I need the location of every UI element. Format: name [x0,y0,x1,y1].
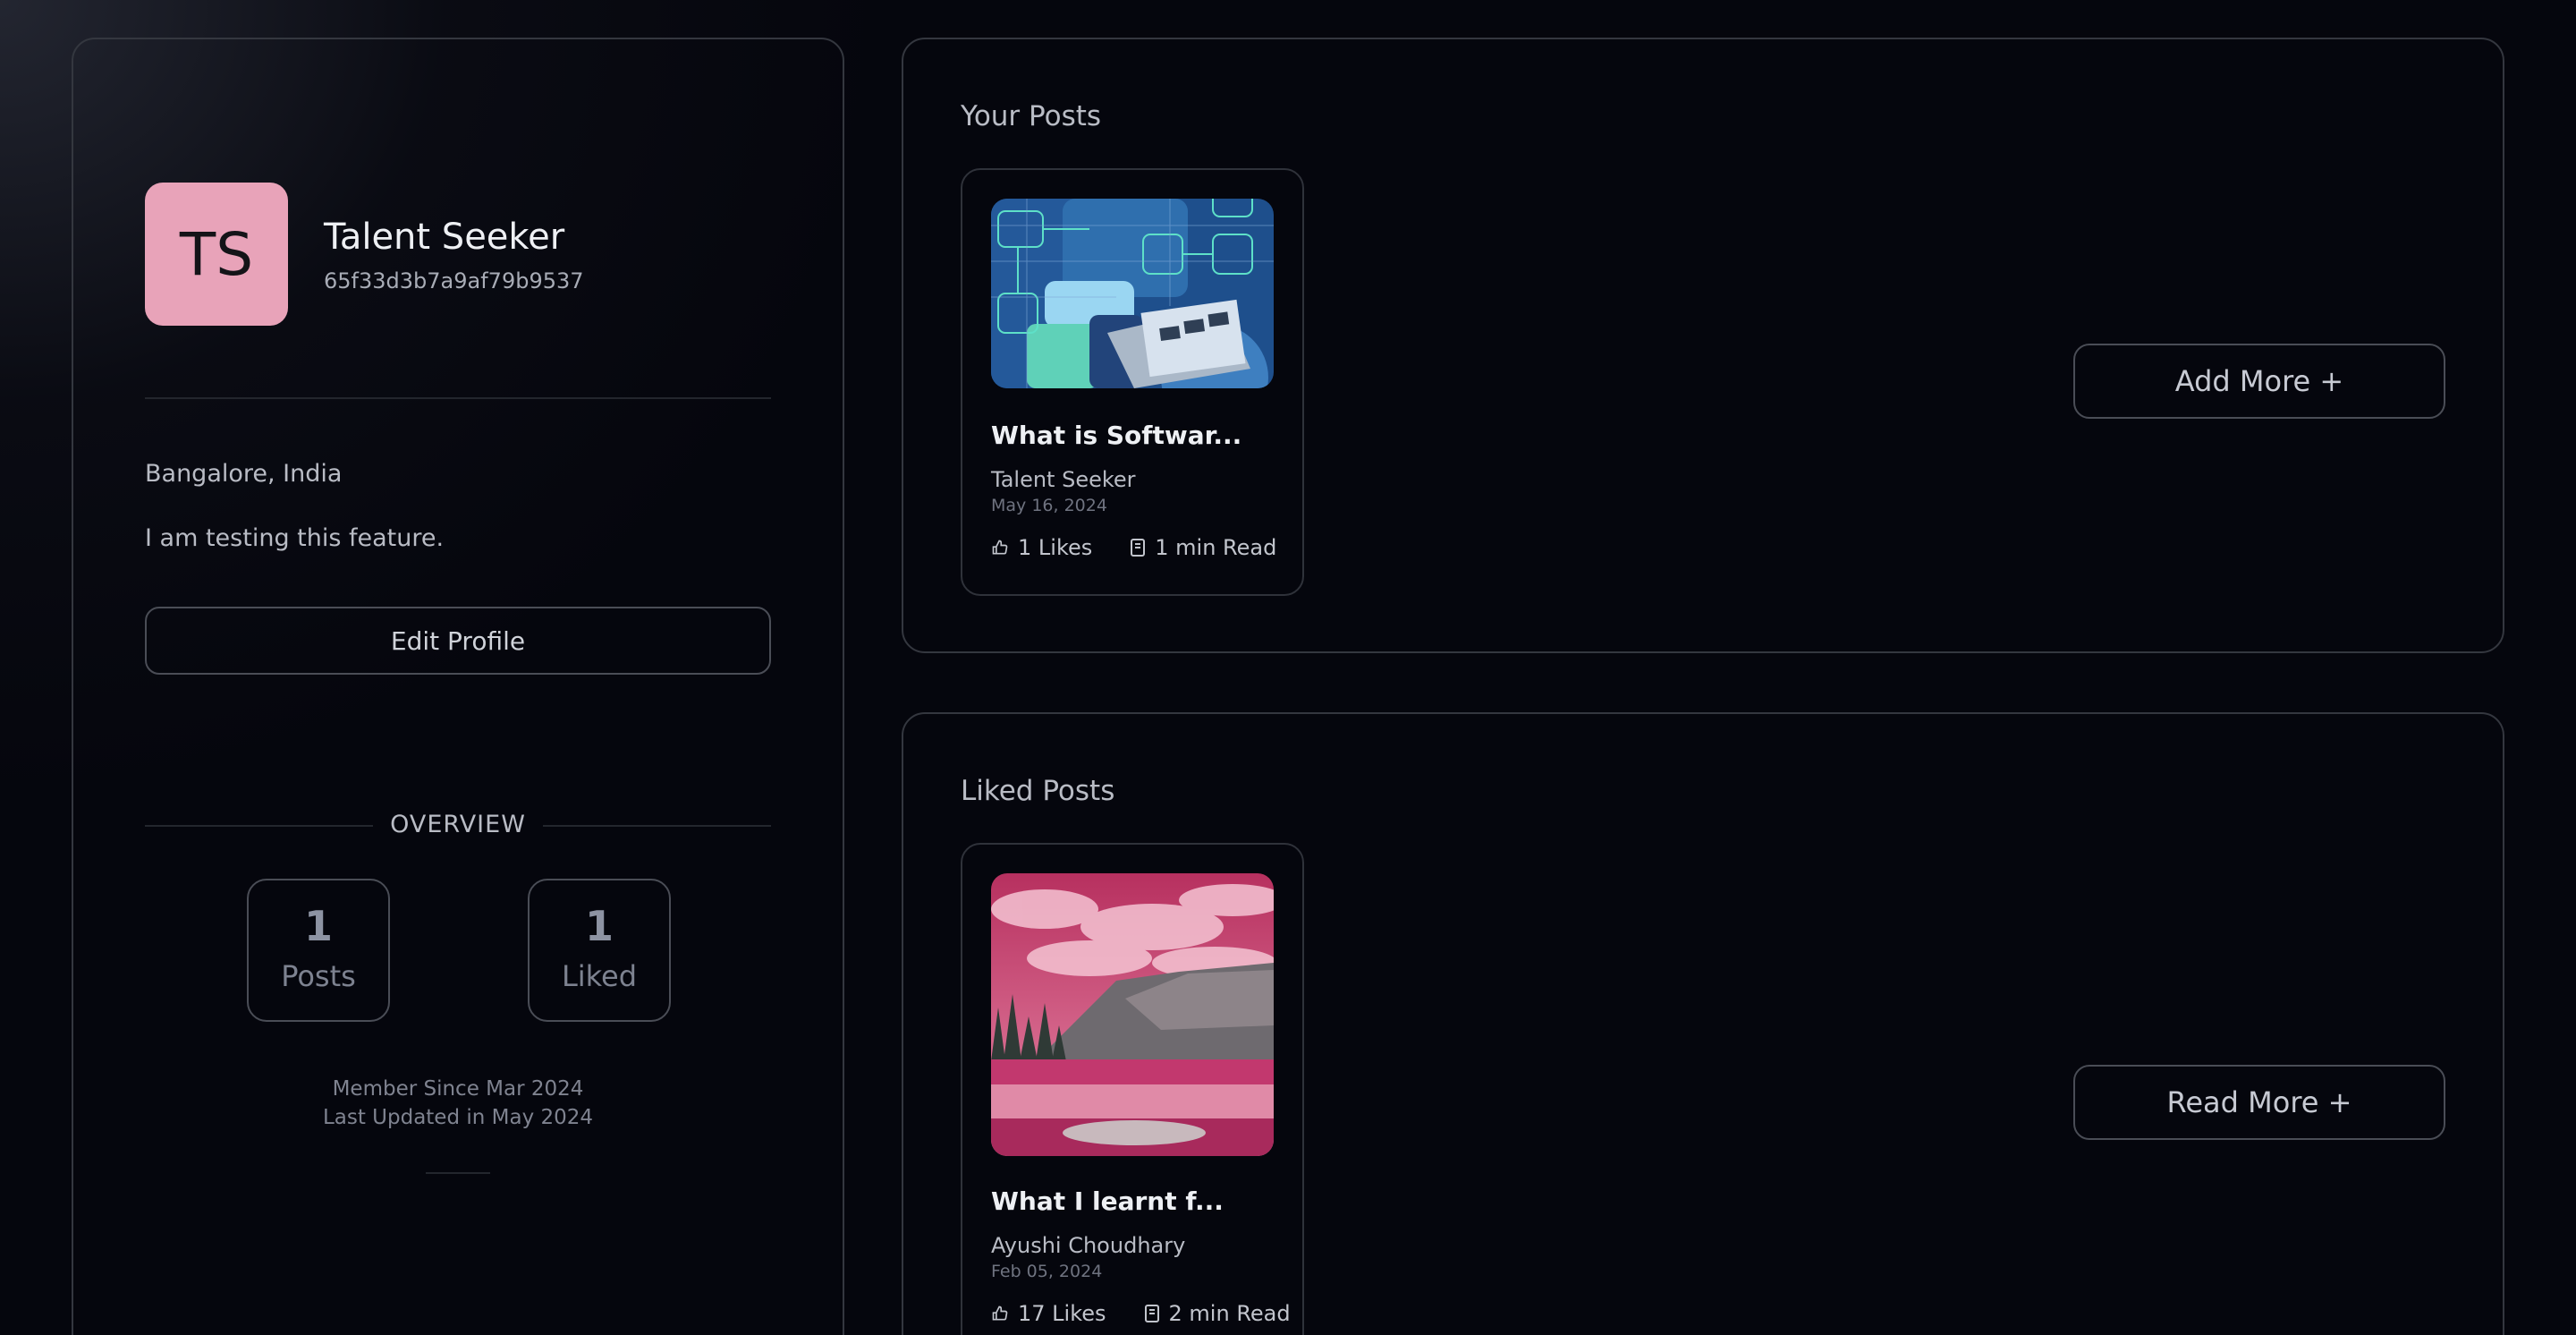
stat-posts-value: 1 [303,902,333,950]
post-card[interactable]: What is Softwar... Talent Seeker May 16,… [961,168,1304,596]
post-meta: 1 Likes 1 min Read [991,535,1276,560]
avatar: TS [145,183,288,326]
post-title[interactable]: What I learnt f... [991,1186,1224,1216]
post-meta: 17 Likes 2 min Read [991,1301,1291,1326]
likes: 17 Likes [991,1301,1106,1326]
likes-count: 1 Likes [1018,535,1093,560]
post-date: May 16, 2024 [991,496,1107,515]
post-date: Feb 05, 2024 [991,1262,1103,1281]
stat-liked-label: Liked [561,959,638,993]
last-updated: Last Updated in May 2024 [322,1106,594,1129]
read-more-button[interactable]: Read More + [2073,1065,2445,1140]
post-author: Talent Seeker [991,467,1136,492]
read-time-text: 2 min Read [1168,1301,1291,1326]
stat-liked-value: 1 [584,902,614,950]
document-icon [1131,539,1146,557]
post-title[interactable]: What is Softwar... [991,421,1241,450]
add-more-button[interactable]: Add More + [2073,344,2445,419]
profile-card: TS Talent Seeker 65f33d3b7a9af79b9537 Ba… [72,38,844,1335]
divider [145,397,771,399]
document-icon [1144,1305,1159,1322]
post-card[interactable]: What I learnt f... Ayushi Choudhary Feb … [961,843,1304,1335]
liked-posts-section: Liked Posts What I learnt f... Ayushi Ch… [902,712,2504,1335]
your-posts-title: Your Posts [961,100,1102,132]
read-time-text: 1 min Read [1155,535,1277,560]
profile-bio: I am testing this feature. [145,524,445,552]
read-time: 2 min Read [1144,1301,1291,1326]
liked-posts-title: Liked Posts [961,775,1115,807]
likes: 1 Likes [991,535,1092,560]
profile-id: 65f33d3b7a9af79b9537 [324,268,584,293]
post-thumbnail [991,199,1274,388]
divider-small [426,1172,490,1174]
thumbs-up-icon [992,540,1008,555]
edit-profile-button[interactable]: Edit Profile [145,607,771,675]
overview-line-right [543,825,771,827]
likes-count: 17 Likes [1018,1301,1106,1326]
stat-posts-label: Posts [281,959,356,993]
read-time: 1 min Read [1130,535,1276,560]
overview-heading: OVERVIEW [145,807,771,843]
profile-location: Bangalore, India [145,460,343,488]
profile-name: Talent Seeker [324,217,565,258]
post-thumbnail [991,873,1274,1156]
thumbs-up-icon [992,1305,1008,1321]
member-since: Member Since Mar 2024 [332,1077,584,1101]
stat-posts: 1 Posts [247,879,390,1022]
stat-liked: 1 Liked [528,879,671,1022]
your-posts-section: Your Posts What is Softwar... Talent See… [902,38,2504,653]
post-author: Ayushi Choudhary [991,1233,1186,1258]
